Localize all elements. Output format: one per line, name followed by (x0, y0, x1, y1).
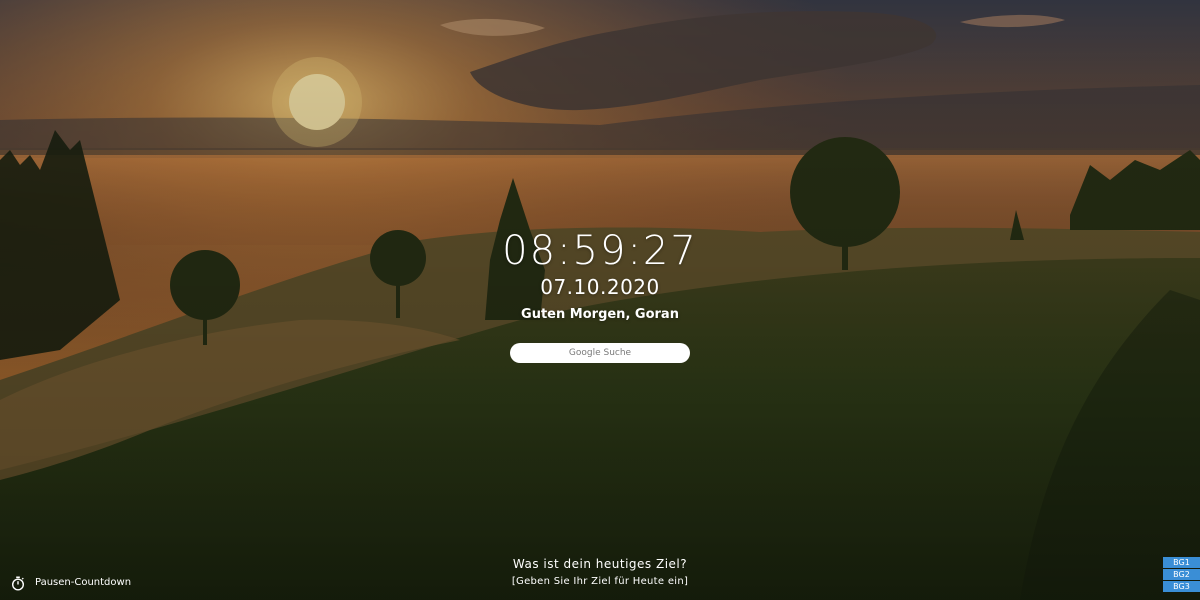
background-2-button[interactable]: BG2 (1163, 569, 1200, 580)
pause-countdown-button[interactable]: Pausen-Countdown (11, 575, 131, 591)
background-1-button[interactable]: BG1 (1163, 557, 1200, 568)
goal-question: Was ist dein heutiges Ziel? (512, 557, 688, 571)
background-image (0, 0, 1200, 600)
new-tab-page: 08:59:27 07.10.2020 Guten Morgen, Goran … (0, 0, 1200, 600)
background-3-button[interactable]: BG3 (1163, 581, 1200, 592)
google-search-input[interactable] (510, 343, 690, 363)
goal-input-prompt[interactable]: [Geben Sie Ihr Ziel für Heute ein] (0, 575, 1200, 589)
clock-date: 07.10.2020 (540, 275, 660, 299)
clock-time: 08:59:27 (502, 228, 698, 274)
greeting-text: Guten Morgen, Goran (521, 307, 679, 322)
stopwatch-icon (11, 576, 25, 591)
pause-countdown-label: Pausen-Countdown (35, 577, 132, 588)
